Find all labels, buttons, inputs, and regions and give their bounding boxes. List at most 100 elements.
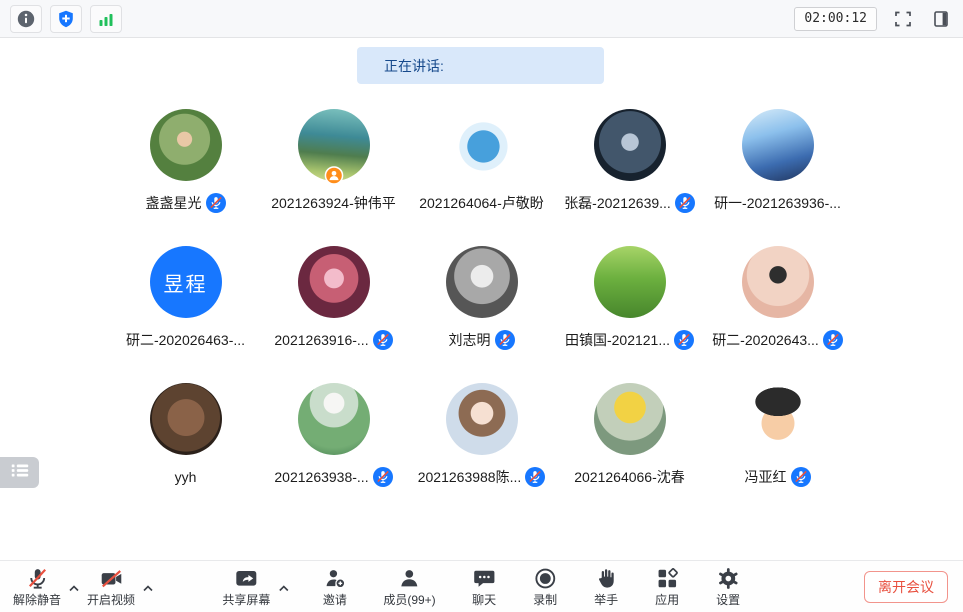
mic-muted-icon	[675, 193, 695, 213]
participant-name-row: 2021263924-钟伟平	[271, 192, 396, 214]
participant-name: 张磊-20212639...	[564, 193, 671, 213]
member-list-toggle[interactable]	[0, 457, 39, 488]
participant-tile[interactable]: 盏盏星光	[112, 103, 260, 214]
meeting-status-icons	[10, 5, 122, 33]
participant-name: 研一-2021263936-...	[714, 193, 841, 213]
participant-name: 研二-20202643...	[712, 330, 819, 350]
participant-name-row: 田镇国-202121...	[565, 329, 694, 351]
participant-name: 盏盏星光	[146, 193, 202, 213]
participant-name: 研二-202026463-...	[126, 330, 245, 350]
participant-name-row: 冯亚红	[745, 466, 811, 488]
info-icon[interactable]	[10, 5, 42, 33]
toolbar-item-share-screen[interactable]: 共享屏幕	[217, 561, 275, 612]
participants-grid: 盏盏星光 2021263924-钟伟平 2021264064-卢敬盼 张磊-	[0, 103, 963, 488]
participant-tile[interactable]: 2021264064-卢敬盼	[408, 103, 556, 214]
participant-name: yyh	[175, 469, 197, 485]
participant-name-row: 2021263938-...	[274, 466, 392, 488]
layout-icon[interactable]	[929, 7, 953, 31]
avatar-animal-with-sunglasses	[742, 246, 814, 318]
participant-name-row: 研二-202026463-...	[126, 329, 245, 351]
caret-up-icon[interactable]	[275, 561, 291, 612]
avatar-teal-tree-bench-painting	[298, 109, 370, 181]
avatar-anime-spiky-yellow-hair	[594, 383, 666, 455]
participant-tile[interactable]: 昱程 研二-202026463-...	[112, 240, 260, 351]
participant-tile[interactable]: 2021263916-...	[260, 240, 408, 351]
avatar-man-white-cap-golf	[298, 383, 370, 455]
participant-name-row: 研二-20202643...	[712, 329, 843, 351]
toolbar-item-apps[interactable]: 应用	[650, 561, 685, 612]
caret-up-icon[interactable]	[140, 561, 156, 612]
toolbar-item-settings[interactable]: 设置	[711, 561, 746, 612]
participant-name: 冯亚红	[745, 467, 787, 487]
toolbar-item-record[interactable]: 录制	[528, 561, 563, 612]
toolbar-item-raise-hand[interactable]: 举手	[589, 561, 624, 612]
bottom-toolbar: 解除静音 开启视频 共享屏幕 邀请 成员(99+)	[0, 560, 963, 612]
participant-tile[interactable]: 2021264066-沈春	[556, 377, 704, 488]
speaking-banner-label: 正在讲话:	[384, 56, 444, 76]
participant-tile[interactable]: 田镇国-202121...	[556, 240, 704, 351]
mic-muted-icon	[823, 330, 843, 350]
participant-tile[interactable]: 张磊-20212639...	[556, 103, 704, 214]
participant-name: 2021263988陈...	[418, 467, 522, 487]
shield-icon[interactable]	[50, 5, 82, 33]
toolbar-item-invite[interactable]: 邀请	[317, 561, 352, 612]
caret-up-icon[interactable]	[66, 561, 82, 612]
avatar-anime-boy-blue	[742, 109, 814, 181]
participants-row: yyh 2021263938-... 2021263988陈... 2021	[112, 377, 852, 488]
share-screen-icon	[234, 567, 259, 591]
avatar-black-white-man-photo	[446, 246, 518, 318]
raise-hand-icon	[594, 567, 619, 591]
apps-icon	[655, 567, 680, 591]
settings-icon	[716, 567, 741, 591]
mic-off-icon	[25, 567, 50, 591]
participant-name: 2021263916-...	[274, 332, 368, 348]
chat-icon	[472, 567, 497, 591]
record-icon	[533, 567, 558, 591]
participant-tile[interactable]: 2021263924-钟伟平	[260, 103, 408, 214]
participant-name: 田镇国-202121...	[565, 330, 670, 350]
toolbar-left-group: 解除静音 开启视频	[0, 561, 156, 612]
members-icon	[397, 567, 422, 591]
participant-tile[interactable]: 研一-2021263936-...	[704, 103, 852, 214]
participant-tile[interactable]: 冯亚红	[704, 377, 852, 488]
signal-icon[interactable]	[90, 5, 122, 33]
participant-tile[interactable]: yyh	[112, 377, 260, 488]
list-icon	[9, 463, 31, 483]
toolbar-item-start-video[interactable]: 开启视频	[82, 561, 140, 612]
host-badge-icon	[324, 166, 343, 185]
toolbar-item-members[interactable]: 成员(99+)	[378, 561, 440, 612]
participants-row: 盏盏星光 2021263924-钟伟平 2021264064-卢敬盼 张磊-	[112, 103, 852, 214]
leave-meeting-button[interactable]: 离开会议	[864, 571, 948, 603]
participant-name: 刘志明	[449, 330, 491, 350]
participant-name: 2021263924-钟伟平	[271, 193, 396, 213]
participant-tile[interactable]: 2021263938-...	[260, 377, 408, 488]
toolbar-center-group: 共享屏幕 邀请 成员(99+) 聊天 录制 举手	[217, 561, 745, 612]
mic-muted-icon	[373, 330, 393, 350]
top-bar: 02:00:12	[0, 0, 963, 38]
speaking-banner: 正在讲话:	[357, 47, 604, 84]
avatar-smiling-man-photo	[150, 383, 222, 455]
avatar-anime-boy-brown-hair	[446, 383, 518, 455]
participant-name-row: 研一-2021263936-...	[714, 192, 841, 214]
participant-name-row: 盏盏星光	[146, 192, 226, 214]
mic-muted-icon	[495, 330, 515, 350]
participant-tile[interactable]: 刘志明	[408, 240, 556, 351]
toolbar-item-unmute[interactable]: 解除静音	[8, 561, 66, 612]
participant-name-row: 2021264064-卢敬盼	[419, 192, 544, 214]
participant-tile[interactable]: 研二-20202643...	[704, 240, 852, 351]
mic-muted-icon	[373, 467, 393, 487]
participant-name-row: 2021263988陈...	[418, 466, 546, 488]
fullscreen-icon[interactable]	[891, 7, 915, 31]
avatar-blue-circle-initials: 昱程	[150, 246, 222, 318]
avatar-doraemon-cartoon-on-white	[446, 109, 518, 181]
toolbar-item-chat[interactable]: 聊天	[467, 561, 502, 612]
participant-name: 2021264066-沈春	[574, 467, 685, 487]
camera-off-icon	[99, 567, 124, 591]
mic-muted-icon	[674, 330, 694, 350]
participant-name: 2021263938-...	[274, 469, 368, 485]
meeting-timer: 02:00:12	[794, 7, 877, 31]
mic-muted-icon	[791, 467, 811, 487]
avatar-woman-in-green-park-photo	[150, 109, 222, 181]
avatar-initials: 昱程	[164, 268, 208, 297]
participant-tile[interactable]: 2021263988陈...	[408, 377, 556, 488]
